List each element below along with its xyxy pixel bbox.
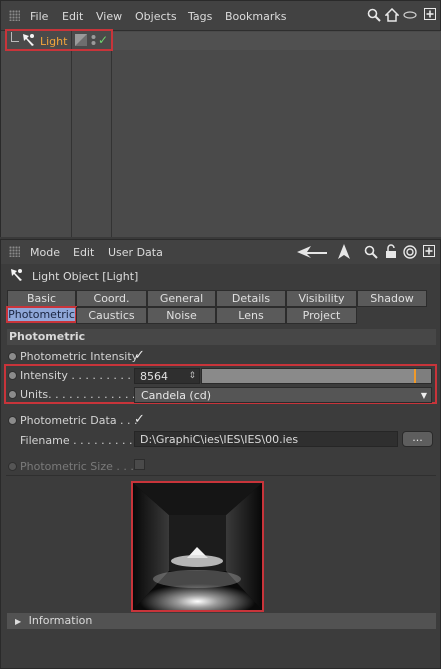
tab-general[interactable]: General — [147, 290, 216, 307]
menu-user-data[interactable]: User Data — [108, 246, 163, 259]
tab-details[interactable]: Details — [216, 290, 286, 307]
intensity-slider-fill — [202, 369, 415, 383]
new-window-icon[interactable] — [422, 8, 438, 24]
photometric-intensity-label: Photometric Intensity — [20, 350, 139, 363]
photometric-data-label: Photometric Data . . . — [20, 414, 138, 427]
tab-caustics[interactable]: Caustics — [76, 307, 147, 324]
search-icon[interactable] — [366, 8, 382, 24]
ies-preview-image — [131, 481, 264, 612]
back-arrow-icon[interactable] — [297, 245, 327, 262]
menu-objects[interactable]: Objects — [135, 10, 177, 23]
menu-view[interactable]: View — [96, 10, 122, 23]
menu-mode[interactable]: Mode — [30, 246, 60, 259]
lock-icon[interactable] — [385, 244, 397, 262]
browse-button[interactable]: ... — [402, 431, 433, 447]
divider — [6, 475, 436, 476]
new-window-icon[interactable] — [423, 245, 435, 260]
intensity-value: 8564 — [140, 370, 168, 383]
photometric-data-checkbox[interactable]: ✓ — [134, 412, 145, 427]
intensity-slider[interactable] — [201, 368, 432, 384]
animation-dot[interactable] — [8, 390, 17, 399]
photometric-size-label: Photometric Size . . . . — [20, 460, 141, 473]
units-label: Units. . . . . . . . . . . . . . — [20, 388, 143, 401]
tab-noise[interactable]: Noise — [147, 307, 216, 324]
intensity-input[interactable]: 8564 ⇕ — [134, 368, 200, 384]
section-photometric-header: Photometric — [7, 329, 436, 345]
tab-project[interactable]: Project — [286, 307, 357, 324]
object-tree[interactable] — [1, 31, 441, 237]
tab-photometric[interactable]: Photometric — [6, 306, 77, 323]
panel-grip-icon[interactable] — [9, 10, 20, 21]
animation-dot — [8, 462, 17, 471]
filename-value: D:\GraphiC\ies\IES\IES\00.ies — [140, 433, 299, 446]
filename-label: Filename . . . . . . . . . . — [20, 434, 140, 447]
column-divider — [111, 31, 112, 237]
object-title-row: Light Object [Light] — [1, 264, 440, 288]
object-title: Light Object [Light] — [32, 270, 139, 283]
selected-object-row[interactable] — [5, 29, 113, 51]
menu-edit[interactable]: Edit — [62, 10, 83, 23]
animation-dot[interactable] — [8, 371, 17, 380]
attribute-manager-menubar: Mode Edit User Data — [1, 240, 440, 264]
filename-input[interactable]: D:\GraphiC\ies\IES\IES\00.ies — [134, 431, 398, 447]
chevron-right-icon: ▶ — [15, 617, 22, 626]
search-icon[interactable] — [364, 245, 378, 262]
menu-bookmarks[interactable]: Bookmarks — [225, 10, 286, 23]
menu-file[interactable]: File — [30, 10, 48, 23]
tab-coord[interactable]: Coord. — [76, 290, 147, 307]
intensity-label: Intensity . . . . . . . . . . . — [20, 369, 145, 382]
chevron-down-icon: ▼ — [420, 391, 427, 400]
light-object-icon — [10, 268, 24, 285]
intensity-slider-handle[interactable] — [413, 369, 416, 383]
animation-dot[interactable] — [8, 352, 17, 361]
information-label: Information — [28, 614, 93, 627]
photometric-intensity-checkbox[interactable]: ✓ — [134, 348, 145, 363]
object-manager-menubar: File Edit View Objects Tags Bookmarks — [1, 1, 440, 31]
units-select[interactable]: Candela (cd) ▼ — [134, 387, 432, 403]
stepper-arrows-icon[interactable]: ⇕ — [188, 369, 196, 384]
eye-icon[interactable] — [402, 8, 418, 24]
tab-shadow[interactable]: Shadow — [357, 290, 427, 307]
target-icon[interactable] — [403, 245, 417, 262]
information-section-header[interactable]: ▶ Information — [7, 613, 436, 629]
attribute-manager-panel: Mode Edit User Data Light Object [Light]… — [0, 239, 441, 669]
tab-visibility[interactable]: Visibility — [286, 290, 357, 307]
animation-dot[interactable] — [8, 416, 17, 425]
tab-basic[interactable]: Basic — [7, 290, 76, 307]
photometric-size-checkbox — [134, 459, 145, 470]
units-value: Candela (cd) — [141, 389, 212, 402]
cursor-icon[interactable] — [338, 244, 350, 262]
panel-grip-icon[interactable] — [9, 246, 20, 257]
menu-edit[interactable]: Edit — [73, 246, 94, 259]
column-divider — [71, 31, 72, 237]
menu-tags[interactable]: Tags — [188, 10, 212, 23]
tab-lens[interactable]: Lens — [216, 307, 286, 324]
object-manager-panel: File Edit View Objects Tags Bookmarks Li… — [0, 0, 441, 237]
home-icon[interactable] — [384, 7, 400, 24]
selected-row-highlight — [113, 32, 440, 50]
